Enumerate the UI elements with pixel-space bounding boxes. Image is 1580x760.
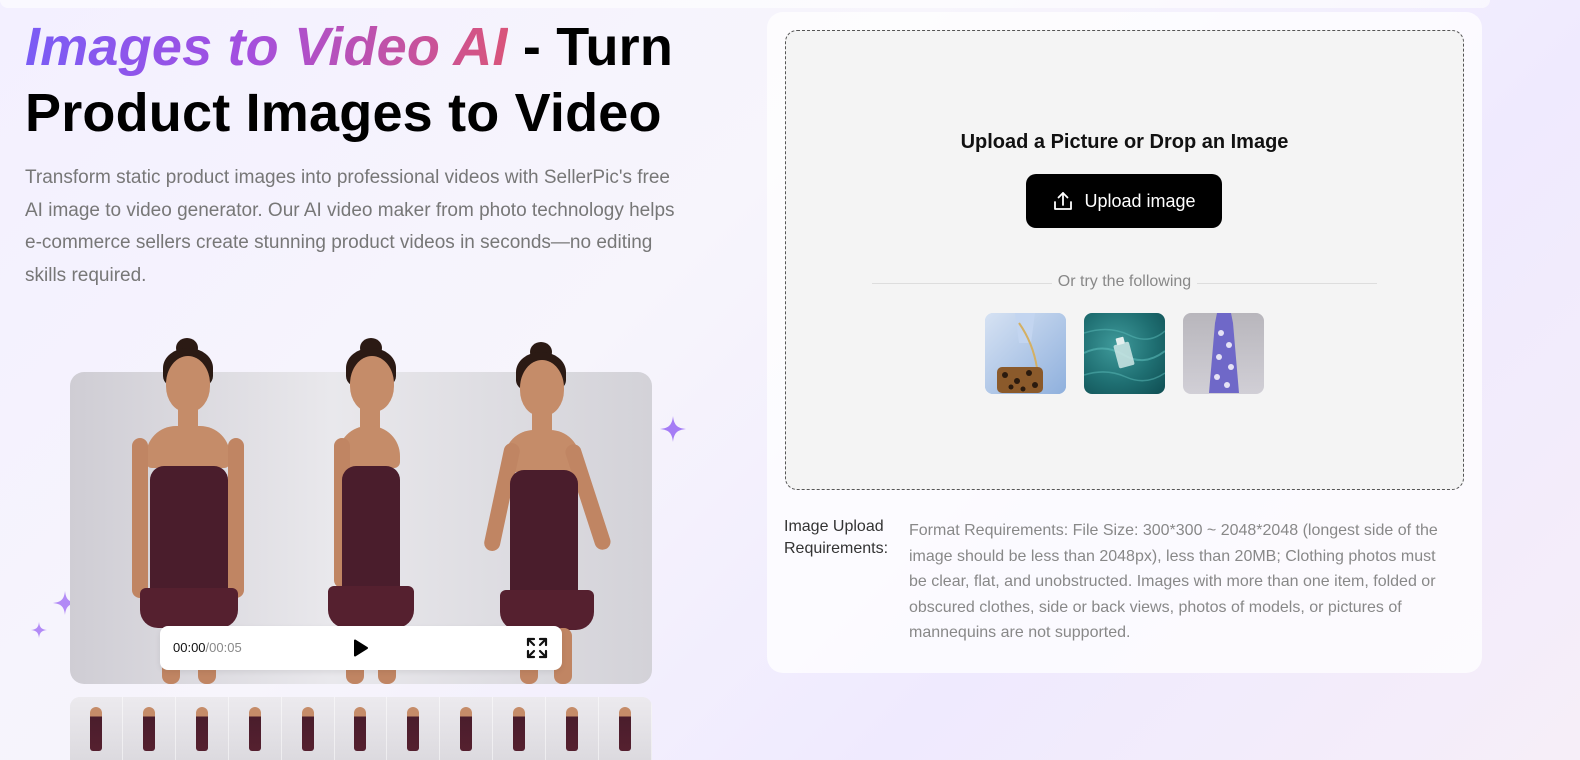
page-title: Images to Video AI - Turn Product Images… [25,14,725,146]
sparkle-icon [31,622,47,638]
upload-image-button[interactable]: Upload image [1026,174,1222,228]
frame-thumbnail [599,697,652,760]
upload-button-label: Upload image [1084,190,1196,211]
sample-image-shirt-bag[interactable] [985,313,1066,394]
frame-thumbnail [122,697,176,760]
top-strip [0,0,1490,8]
upload-icon [1054,192,1073,210]
video-time: 00:00/00:05 [173,640,242,655]
sample-image-perfume[interactable] [1084,313,1165,394]
sample-images [985,313,1264,394]
video-player[interactable]: 00:00/00:05 [70,338,652,684]
hero-description: Transform static product images into pro… [25,167,675,286]
requirements-label: Image Upload Requirements: [784,518,889,557]
video-controls: 00:00/00:05 [160,626,562,670]
requirements-text: Format Requirements: File Size: 300*300 … [909,522,1438,641]
frame-thumbnail [281,697,335,760]
or-divider: Or try the following [872,273,1377,293]
frame-thumbnail [387,697,441,760]
image-dropzone[interactable]: Upload a Picture or Drop an Image Upload… [785,30,1464,490]
frame-thumbnail [546,697,600,760]
upload-title: Upload a Picture or Drop an Image [960,131,1289,153]
frame-thumbnail [334,697,388,760]
upload-panel: Upload a Picture or Drop an Image Upload… [767,12,1482,673]
title-highlight: Images to Video AI [25,17,508,77]
sparkle-icon [660,416,686,442]
frame-thumbnail [175,697,229,760]
fullscreen-icon[interactable] [526,637,548,659]
frame-thumbnail [493,697,547,760]
duration: /00:05 [205,640,242,655]
current-time: 00:00 [173,640,206,655]
play-icon[interactable] [350,638,370,658]
or-try-text: Or try the following [1057,273,1192,290]
sample-image-dress[interactable] [1183,313,1264,394]
frame-thumbnail [228,697,282,760]
video-frame-strip [70,697,652,760]
frame-thumbnail [70,697,123,760]
frame-thumbnail [440,697,494,760]
